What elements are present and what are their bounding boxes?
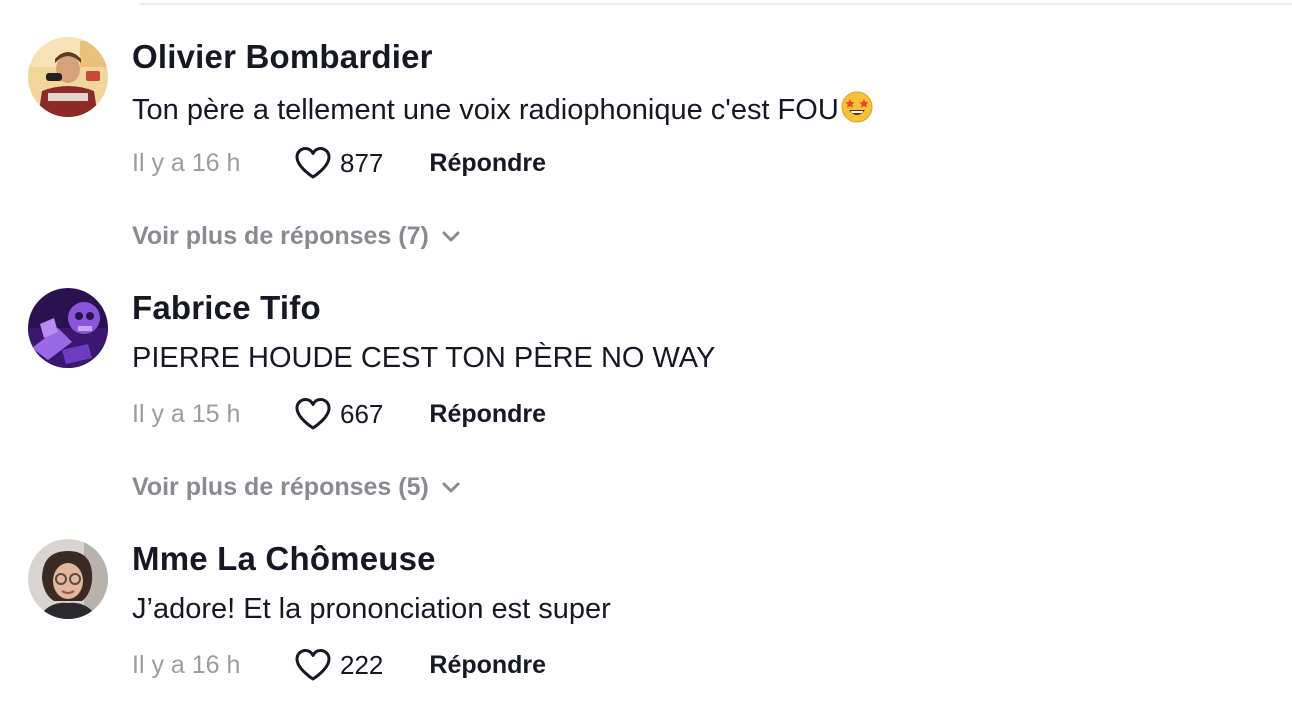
comment-text-content: Ton père a tellement une voix radiophoni… <box>132 94 839 126</box>
view-more-replies-button[interactable]: Voir plus de réponses (5) <box>132 473 461 502</box>
like-button[interactable]: 667 <box>294 397 383 431</box>
star-struck-emoji-icon <box>841 91 873 131</box>
comment-text: J’adore! Et la prononciation est super <box>132 593 611 625</box>
avatar[interactable] <box>28 539 108 619</box>
avatar-image <box>28 539 108 619</box>
avatar[interactable] <box>28 37 108 117</box>
like-button[interactable]: 222 <box>294 648 383 682</box>
like-count: 222 <box>340 649 384 680</box>
reply-button[interactable]: Répondre <box>429 400 546 429</box>
comment-text: Ton père a tellement une voix radiophoni… <box>132 91 873 131</box>
like-count: 877 <box>340 147 384 178</box>
avatar[interactable] <box>28 288 108 368</box>
avatar-image <box>28 37 108 117</box>
comment-text: PIERRE HOUDE CEST TON PÈRE NO WAY <box>132 342 716 374</box>
heart-outline-icon <box>295 398 331 430</box>
heart-outline-icon <box>295 649 331 681</box>
reply-button[interactable]: Répondre <box>429 651 546 680</box>
comment-username[interactable]: Mme La Chômeuse <box>132 540 436 578</box>
chevron-down-icon <box>442 231 460 241</box>
comment-meta: Il y a 16 h 222 Répondre <box>132 645 546 685</box>
avatar-image <box>28 288 108 368</box>
comment-username[interactable]: Olivier Bombardier <box>132 38 433 76</box>
comment-time: Il y a 16 h <box>132 650 241 679</box>
chevron-down-icon <box>442 482 460 492</box>
comment-meta: Il y a 16 h 877 Répondre <box>132 143 546 183</box>
top-divider <box>140 3 1292 5</box>
comment-time: Il y a 16 h <box>132 148 241 177</box>
comment-meta: Il y a 15 h 667 Répondre <box>132 394 546 434</box>
view-more-replies-label: Voir plus de réponses (5) <box>132 473 429 501</box>
comment-username[interactable]: Fabrice Tifo <box>132 289 321 327</box>
heart-outline-icon <box>295 147 331 179</box>
comment-time: Il y a 15 h <box>132 399 241 428</box>
like-count: 667 <box>340 398 384 429</box>
view-more-replies-button[interactable]: Voir plus de réponses (7) <box>132 222 461 251</box>
like-button[interactable]: 877 <box>294 146 383 180</box>
view-more-replies-label: Voir plus de réponses (7) <box>132 222 429 250</box>
reply-button[interactable]: Répondre <box>429 149 546 178</box>
